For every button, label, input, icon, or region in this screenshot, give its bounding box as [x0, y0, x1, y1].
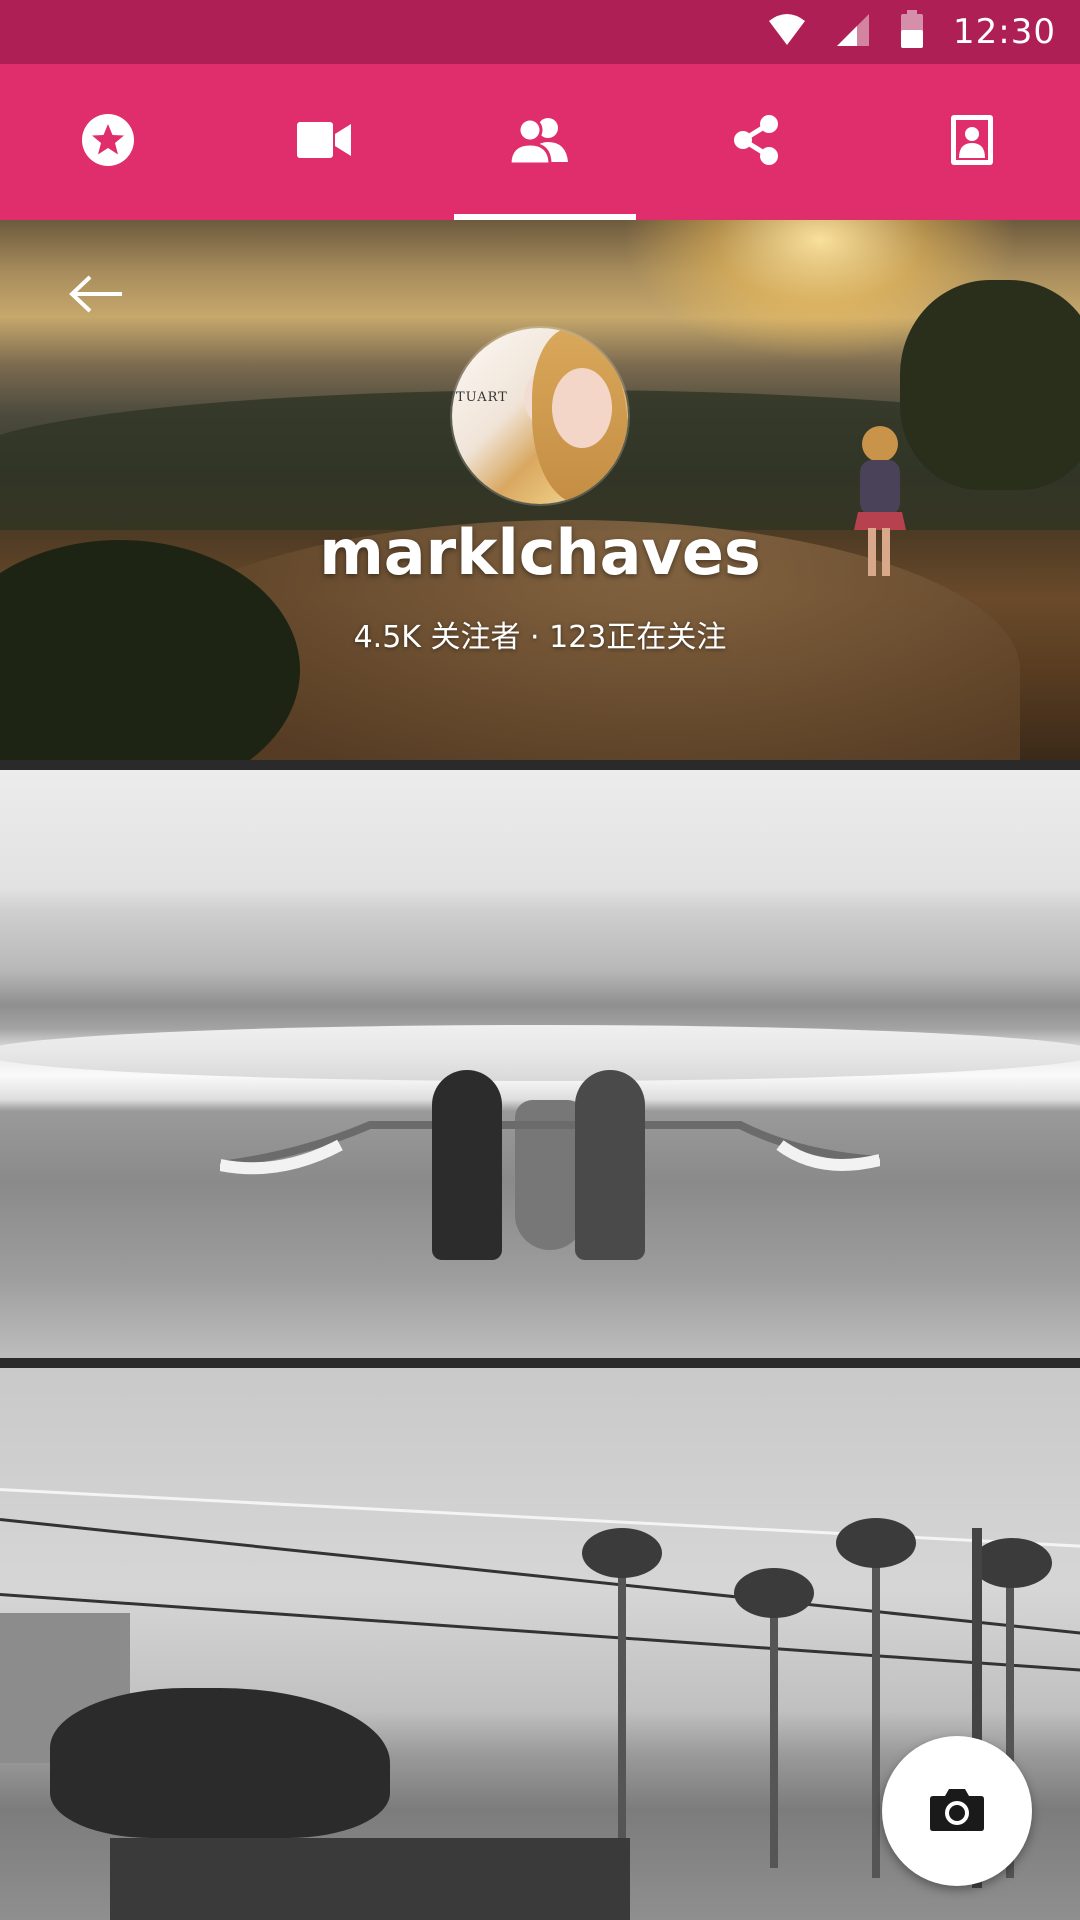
- photo-palm-trunk: [872, 1558, 880, 1878]
- avatar[interactable]: TUART: [452, 328, 628, 504]
- photo-palm-trunk: [618, 1568, 626, 1868]
- photo-horse: [50, 1688, 390, 1838]
- tab-contact[interactable]: [864, 64, 1080, 220]
- camera-fab-button[interactable]: [882, 1736, 1032, 1886]
- battery-icon: [899, 10, 925, 54]
- follow-stats[interactable]: 4.5K 关注者 · 123正在关注: [0, 612, 1080, 656]
- signal-icon: [835, 12, 871, 52]
- feed-divider: [0, 760, 1080, 770]
- video-camera-icon: [297, 120, 351, 164]
- photo-palm-top: [836, 1518, 916, 1568]
- tab-favorites[interactable]: [0, 64, 216, 220]
- back-button[interactable]: [66, 266, 126, 326]
- camera-icon: [929, 1786, 985, 1836]
- status-icons: 12:30: [767, 0, 1056, 64]
- photo-person-right: [575, 1070, 645, 1260]
- hero-tree: [900, 280, 1080, 490]
- arrow-left-icon: [68, 274, 124, 318]
- photo-palm-top: [582, 1528, 662, 1578]
- tab-share[interactable]: [648, 64, 864, 220]
- photo-outrigger: [218, 1115, 882, 1175]
- tab-bar: [0, 64, 1080, 220]
- feed-divider: [0, 1358, 1080, 1368]
- people-icon: [508, 116, 570, 168]
- photo-wire: [0, 1593, 1080, 1673]
- wifi-icon: [767, 13, 807, 51]
- star-icon: [81, 113, 135, 171]
- beach-fishermen-photo[interactable]: [0, 770, 1080, 1358]
- photo-person-left: [432, 1070, 502, 1260]
- status-bar: 12:30: [0, 0, 1080, 64]
- photo-wire: [0, 1488, 1080, 1549]
- avatar-face: [552, 368, 612, 448]
- photo-palm-top: [972, 1538, 1052, 1588]
- contact-card-icon: [950, 114, 994, 170]
- photo-wave: [0, 1025, 1080, 1081]
- photo-palm-top: [734, 1568, 814, 1618]
- status-time: 12:30: [953, 12, 1056, 52]
- photo-palm-trunk: [770, 1598, 778, 1868]
- photo-truck: [110, 1838, 630, 1920]
- avatar-caption: TUART: [456, 390, 508, 405]
- tab-videos[interactable]: [216, 64, 432, 220]
- profile-username: marklchaves: [319, 516, 761, 589]
- share-icon: [733, 115, 779, 169]
- tab-people[interactable]: [432, 64, 648, 220]
